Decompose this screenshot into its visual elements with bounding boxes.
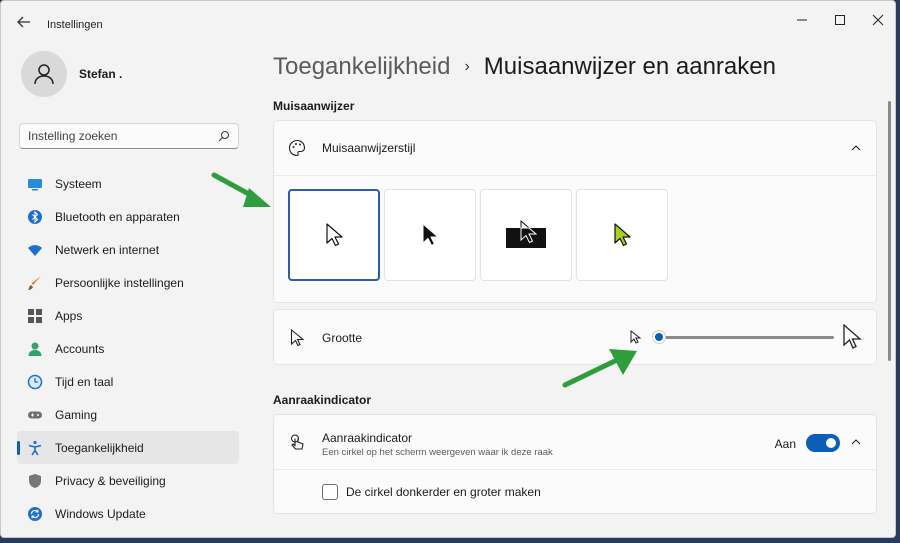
sidebar-item-personalization[interactable]: Persoonlijke instellingen (17, 266, 239, 299)
apps-icon (27, 308, 43, 324)
globe-clock-icon (27, 374, 43, 390)
title-bar: Instellingen (1, 1, 895, 43)
pointer-style-white[interactable] (288, 189, 380, 281)
brush-icon (27, 275, 43, 291)
sidebar-item-gaming[interactable]: Gaming (17, 398, 239, 431)
app-title: Instellingen (47, 19, 103, 31)
touch-indicator-toggle[interactable] (806, 434, 840, 452)
close-icon (872, 14, 884, 26)
darker-circle-checkbox[interactable] (322, 484, 338, 500)
maximize-button[interactable] (825, 9, 855, 31)
monitor-icon (27, 176, 43, 192)
maximize-icon (835, 15, 845, 25)
cursor-icon (288, 328, 306, 347)
sidebar-item-windows-update[interactable]: Windows Update (17, 497, 239, 530)
pointer-style-custom[interactable] (576, 189, 668, 281)
sidebar-item-bluetooth[interactable]: Bluetooth en apparaten (17, 200, 239, 233)
minimize-icon (797, 19, 807, 21)
pointer-size-label: Grootte (322, 330, 363, 345)
sidebar-item-label: Toegankelijkheid (55, 440, 144, 455)
search-input[interactable] (28, 129, 208, 143)
white-cursor-icon (326, 223, 343, 247)
close-button[interactable] (863, 9, 893, 31)
sidebar-item-systeem[interactable]: Systeem (17, 167, 239, 200)
darker-circle-label: De cirkel donkerder en groter maken (346, 485, 541, 499)
scrollbar[interactable] (888, 101, 891, 361)
touch-indicator-title: Aanraakindicator (322, 431, 413, 445)
accessibility-icon (27, 440, 43, 456)
sidebar-item-label: Persoonlijke instellingen (55, 275, 184, 290)
large-cursor-icon (843, 324, 862, 349)
page-title: Muisaanwijzer en aanraken (483, 53, 776, 80)
darker-circle-row: De cirkel donkerder en groter maken (274, 470, 876, 514)
pointer-style-header[interactable]: Muisaanwijzerstijl (274, 121, 876, 176)
pointer-style-black[interactable] (384, 189, 476, 281)
sidebar-item-label: Apps (55, 308, 83, 323)
section-heading-touch: Aanraakindicator (273, 393, 372, 407)
inverted-cursor-icon (506, 220, 546, 248)
sidebar-item-time-language[interactable]: Tijd en taal (17, 365, 239, 398)
sidebar-item-label: Tijd en taal (55, 374, 114, 389)
search-icon[interactable] (218, 130, 230, 142)
back-button[interactable] (15, 13, 35, 33)
sidebar-item-accounts[interactable]: Accounts (17, 332, 239, 365)
avatar[interactable] (21, 51, 67, 97)
pointer-size-slider-thumb[interactable] (652, 330, 666, 344)
sidebar-item-label: Bluetooth en apparaten (55, 209, 180, 224)
search-box[interactable] (19, 123, 239, 149)
update-icon (27, 506, 43, 522)
sidebar-item-accessibility[interactable]: Toegankelijkheid (17, 431, 239, 464)
sidebar-item-network[interactable]: Netwerk en internet (17, 233, 239, 266)
touch-indicator-card: Aanraakindicator Een cirkel op het scher… (273, 414, 877, 514)
touch-indicator-row: Aanraakindicator Een cirkel op het scher… (274, 415, 876, 470)
settings-window: Instellingen Stefan . Systeem Bluet (0, 0, 896, 538)
wifi-icon (27, 242, 43, 258)
touch-indicator-description: Een cirkel op het scherm weergeven waar … (322, 447, 553, 458)
sidebar-nav: Systeem Bluetooth en apparaten Netwerk e… (17, 167, 239, 530)
main-content: Toegankelijkheid › Muisaanwijzer en aanr… (273, 43, 877, 537)
sidebar-item-apps[interactable]: Apps (17, 299, 239, 332)
sidebar-item-label: Privacy & beveiliging (55, 473, 166, 488)
toggle-state-label: Aan (774, 437, 796, 451)
pointer-style-label: Muisaanwijzerstijl (322, 141, 416, 155)
annotation-arrow-icon (211, 172, 271, 207)
pointer-style-inverted[interactable] (480, 189, 572, 281)
sidebar-item-privacy[interactable]: Privacy & beveiliging (17, 464, 239, 497)
minimize-button[interactable] (787, 9, 817, 31)
breadcrumb: Toegankelijkheid › Muisaanwijzer en aanr… (273, 53, 776, 81)
pointer-style-card: Muisaanwijzerstijl (273, 120, 877, 303)
touch-icon (288, 433, 306, 451)
custom-cursor-icon (614, 223, 631, 247)
palette-icon (288, 139, 306, 157)
sidebar: Stefan . Systeem Bluetooth en apparaten … (1, 43, 251, 537)
chevron-up-icon[interactable] (850, 142, 862, 154)
user-icon (34, 64, 54, 85)
gamepad-icon (27, 407, 43, 423)
chevron-up-icon[interactable] (850, 436, 862, 448)
sidebar-item-label: Netwerk en internet (55, 242, 160, 257)
pointer-size-slider-track[interactable] (664, 336, 834, 339)
user-name: Stefan . (79, 67, 123, 81)
breadcrumb-parent-link[interactable]: Toegankelijkheid (273, 53, 450, 81)
pointer-style-options (288, 189, 668, 281)
section-heading-mouse: Muisaanwijzer (273, 99, 355, 113)
annotation-arrow-icon (562, 349, 637, 388)
sidebar-item-label: Gaming (55, 407, 98, 422)
bluetooth-icon (27, 209, 43, 225)
sidebar-item-label: Accounts (55, 341, 105, 356)
breadcrumb-separator: › (464, 58, 470, 75)
sidebar-item-label: Systeem (55, 176, 102, 191)
arrow-left-icon (17, 16, 30, 28)
sidebar-item-label: Windows Update (55, 506, 146, 521)
person-icon (27, 341, 43, 357)
shield-icon (27, 473, 43, 489)
black-cursor-icon (422, 223, 439, 246)
